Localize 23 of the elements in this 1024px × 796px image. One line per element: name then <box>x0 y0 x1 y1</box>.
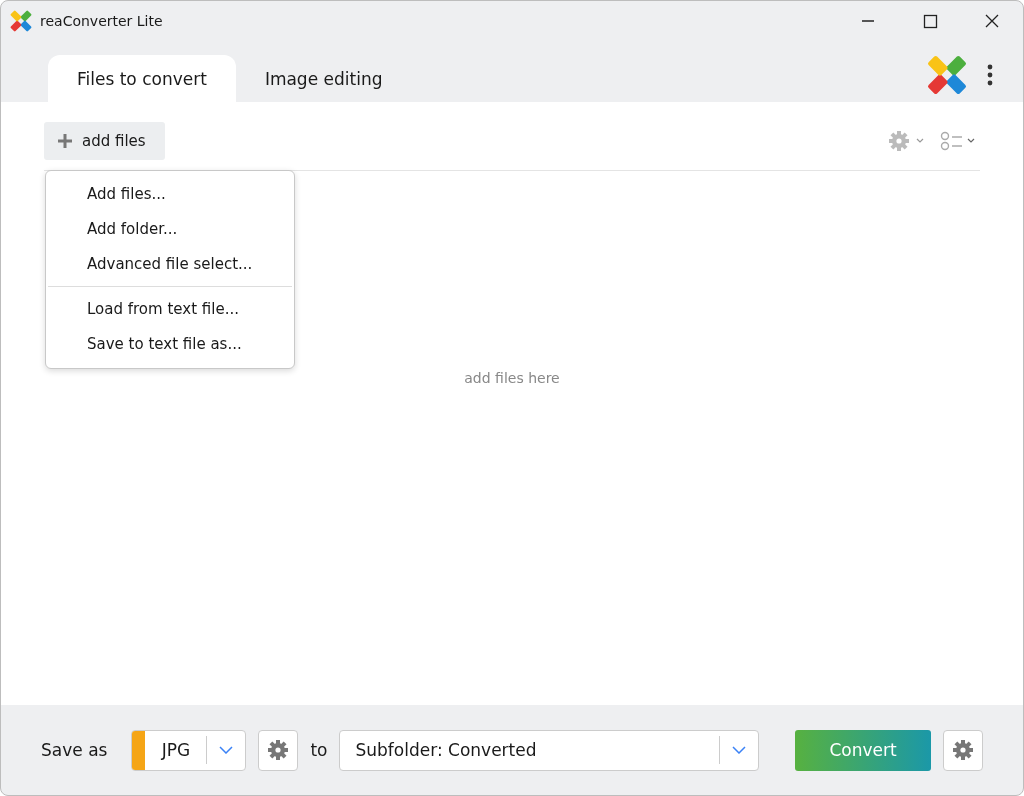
chevron-down-icon <box>732 746 747 754</box>
plus-icon <box>58 134 72 148</box>
to-label: to <box>310 740 328 760</box>
logo-icon <box>10 10 32 32</box>
menu-item[interactable]: Advanced file select... <box>46 247 294 282</box>
window-title: reaConverter Lite <box>40 13 163 29</box>
more-icon[interactable] <box>987 63 993 86</box>
format-settings-button[interactable] <box>258 729 299 771</box>
format-dropdown[interactable]: JPG <box>131 729 247 771</box>
menu-item[interactable]: Save to text file as... <box>46 327 294 362</box>
menu-item[interactable]: Load from text file... <box>46 292 294 327</box>
destination-dropdown[interactable]: Subfolder: Converted <box>339 729 760 771</box>
tab[interactable]: Files to convert <box>48 55 236 102</box>
settings-icon <box>267 739 290 761</box>
save-as-label: Save as <box>41 740 108 760</box>
chevron-down-icon <box>219 746 234 754</box>
logo-icon <box>927 54 967 95</box>
drop-hint: add files here <box>464 370 560 386</box>
add-files-button[interactable]: add files <box>44 122 165 160</box>
settings-button[interactable] <box>943 729 983 771</box>
menu-item[interactable]: Add files... <box>46 177 294 212</box>
menu-item[interactable]: Add folder... <box>46 212 294 247</box>
tab[interactable]: Image editing <box>235 55 412 102</box>
